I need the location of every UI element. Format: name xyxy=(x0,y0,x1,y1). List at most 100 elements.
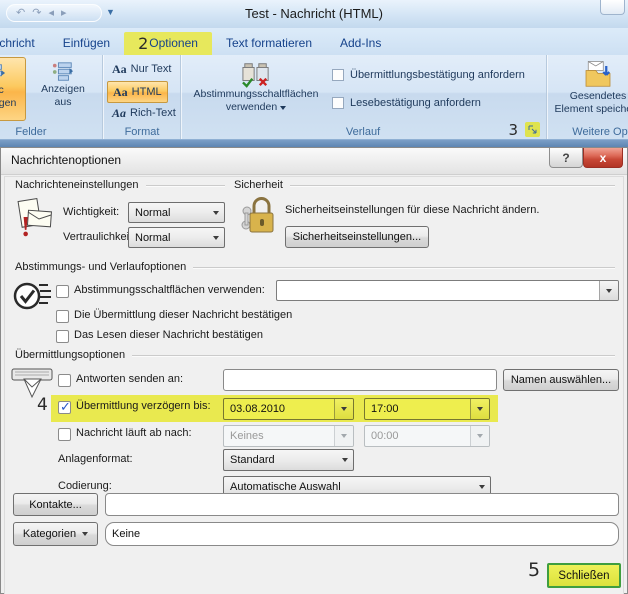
expiry-time-combobox: 00:00 xyxy=(364,425,490,447)
kontakte-button[interactable]: Kontakte... xyxy=(13,493,98,516)
kategorien-button[interactable]: Kategorien xyxy=(13,522,98,546)
voting-buttons-button[interactable]: Abstimmungsschaltflächen verwenden xyxy=(183,56,329,123)
button-label: HTML xyxy=(132,86,162,98)
voting-buttons-checkbox[interactable] xyxy=(56,285,69,298)
annotation-3: 3 xyxy=(508,123,518,138)
tab-einfuegen[interactable]: Einfügen xyxy=(49,32,124,55)
kategorien-input[interactable] xyxy=(105,522,619,546)
button-label-line: Bcc xyxy=(0,84,4,97)
section-header-verlaufoptionen: Abstimmungs- und Verlaufoptionen xyxy=(15,261,615,273)
button-label-line: verwenden xyxy=(226,101,277,114)
nur-text-button[interactable]: Aa Nur Text xyxy=(107,59,176,79)
read-confirm-checkbox[interactable] xyxy=(56,330,69,343)
namen-auswaehlen-button[interactable]: Namen auswählen... xyxy=(503,369,619,391)
codierung-label: Codierung: xyxy=(58,480,112,492)
button-label-line: Gesendetes xyxy=(570,90,627,103)
group-label-format: Format xyxy=(104,126,180,138)
group-label-verlauf: Verlauf xyxy=(180,126,546,138)
delay-delivery-checkbox[interactable] xyxy=(58,401,71,414)
wichtigkeit-combobox[interactable]: Normal xyxy=(128,202,225,223)
group-label-weitere-optionen: Weitere Optionen xyxy=(550,126,628,138)
vertraulichkeit-combobox[interactable]: Normal xyxy=(128,227,225,248)
dropdown-arrow-icon xyxy=(82,532,88,536)
tab-nachricht[interactable]: Nachricht xyxy=(0,32,49,55)
minimize-button[interactable] xyxy=(600,0,625,15)
delivery-confirm-label: Die Übermittlung dieser Nachricht bestät… xyxy=(74,309,292,321)
anlagenformat-combobox[interactable]: Standard xyxy=(223,449,354,471)
tab-add-ins[interactable]: Add-Ins xyxy=(326,32,395,55)
button-label: Namen auswählen... xyxy=(511,374,611,386)
html-button[interactable]: Aa HTML xyxy=(107,81,168,103)
aa-icon: Aa xyxy=(112,62,127,77)
anzeigen-aus-button[interactable]: Anzeigen aus xyxy=(30,57,96,121)
annotation-4: 4 xyxy=(37,397,48,414)
dropdown-arrow-icon xyxy=(337,450,353,470)
button-label: Schließen xyxy=(558,570,609,582)
delivery-receipt-checkbox[interactable]: Übermittlungsbestätigung anfordern xyxy=(332,69,525,81)
combobox-value: 00:00 xyxy=(371,430,399,442)
group-label-felder: Felder xyxy=(0,126,102,138)
dropdown-arrow-icon xyxy=(208,228,224,247)
tab-label: Nachricht xyxy=(0,36,35,50)
button-label-line: anzeigen xyxy=(0,97,16,110)
delivery-confirm-checkbox[interactable] xyxy=(56,310,69,323)
dropdown-arrow-button[interactable] xyxy=(470,399,489,419)
dropdown-arrow-button[interactable] xyxy=(599,281,618,300)
svg-text:!: ! xyxy=(21,212,30,242)
section-divider xyxy=(132,355,615,356)
tab-label: Add-Ins xyxy=(340,36,381,50)
fields-list-icon xyxy=(52,61,74,83)
tab-label: Einfügen xyxy=(63,36,110,50)
checkbox-label: Lesebestätigung anfordern xyxy=(350,97,481,109)
aa-icon: Aa xyxy=(112,106,126,121)
tracking-check-icon xyxy=(12,277,52,317)
reply-to-input[interactable] xyxy=(223,369,497,391)
dropdown-arrow-button xyxy=(334,426,353,446)
delay-date-combobox[interactable]: 03.08.2010 xyxy=(223,398,354,420)
voting-boxes-icon xyxy=(238,60,274,88)
read-confirm-label: Das Lesen dieser Nachricht bestätigen xyxy=(74,329,263,341)
expiry-checkbox[interactable] xyxy=(58,428,71,441)
section-divider xyxy=(146,185,225,186)
button-label-line: Anzeigen xyxy=(41,83,85,96)
importance-envelope-icon: ! xyxy=(17,194,53,242)
kontakte-input[interactable] xyxy=(105,493,619,516)
close-dialog-button[interactable]: x xyxy=(583,148,623,168)
button-label: Sicherheitseinstellungen... xyxy=(293,231,421,243)
help-button[interactable]: ? xyxy=(549,148,583,168)
ribbon-tab-bar: Nachricht Einfügen 2 Optionen Text forma… xyxy=(0,28,628,55)
bcc-anzeigen-button[interactable]: Bcc anzeigen xyxy=(0,57,26,121)
reply-to-checkbox[interactable] xyxy=(58,374,71,387)
tab-optionen[interactable]: 2 Optionen xyxy=(124,32,212,55)
button-label-line: Abstimmungsschaltflächen xyxy=(194,88,319,101)
dialog-titlebar: Nachrichtenoptionen ? x xyxy=(1,148,627,175)
checkbox-box xyxy=(332,69,344,81)
read-receipt-checkbox[interactable]: Lesebestätigung anfordern xyxy=(332,97,481,109)
sicherheitseinstellungen-button[interactable]: Sicherheitseinstellungen... xyxy=(285,226,429,248)
combobox-value: 17:00 xyxy=(371,403,399,415)
ribbon-group-felder: Bcc anzeigen Anzeigen aus Felder xyxy=(0,55,103,139)
tab-text-formatieren[interactable]: Text formatieren xyxy=(212,32,326,55)
dialog-launcher-button[interactable] xyxy=(525,122,540,137)
ribbon-group-verlauf: Abstimmungsschaltflächen verwenden Überm… xyxy=(180,55,547,139)
section-header-sicherheit: Sicherheit xyxy=(234,179,615,191)
save-sent-item-button[interactable]: Gesendetes Element speichern xyxy=(552,56,628,123)
wichtigkeit-label: Wichtigkeit: xyxy=(63,206,119,218)
expiry-label: Nachricht läuft ab nach: xyxy=(76,427,192,439)
rich-text-button[interactable]: Aa Rich-Text xyxy=(107,103,181,123)
button-label: Kontakte... xyxy=(29,499,82,511)
security-lock-icon xyxy=(241,195,275,239)
combobox-value: Standard xyxy=(230,454,275,466)
section-header-nachrichteneinstellungen: Nachrichteneinstellungen xyxy=(15,179,225,191)
dropdown-arrow-button[interactable] xyxy=(334,399,353,419)
save-sent-item-icon xyxy=(581,60,615,90)
combobox-value: Normal xyxy=(135,232,170,244)
annotation-2: 2 xyxy=(138,36,148,52)
schliessen-button[interactable]: Schließen xyxy=(547,563,621,588)
ribbon: Bcc anzeigen Anzeigen aus Felder Aa Nur … xyxy=(0,55,628,140)
dropdown-arrow-button xyxy=(470,426,489,446)
aa-icon: Aa xyxy=(113,85,128,100)
voting-buttons-combobox[interactable] xyxy=(276,280,619,301)
delay-time-combobox[interactable]: 17:00 xyxy=(364,398,490,420)
dialog-launcher-icon xyxy=(528,125,538,135)
